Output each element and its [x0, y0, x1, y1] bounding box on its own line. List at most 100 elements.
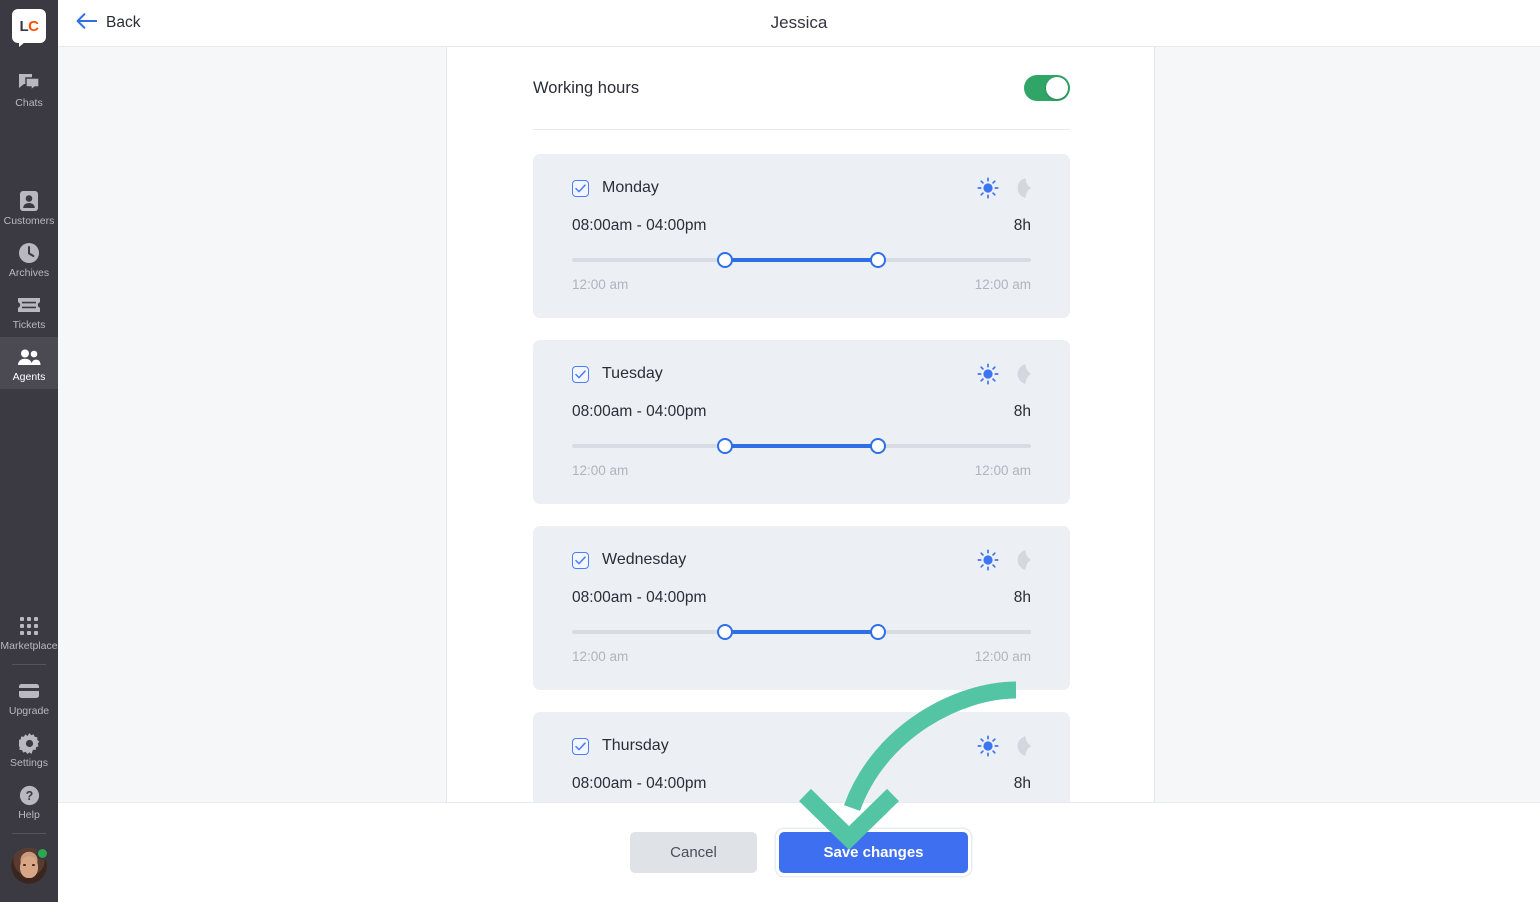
moon-icon[interactable] — [1011, 363, 1031, 385]
slider-edge-labels: 12:00 am 12:00 am — [572, 463, 1031, 478]
body-area: Working hours Monday 08:00am - 04:00pm 8… — [58, 47, 1540, 902]
day-name-label: Tuesday — [602, 365, 663, 382]
toggle-knob — [1046, 77, 1068, 99]
back-arrow-icon — [76, 12, 98, 34]
avatar-eye-left — [23, 864, 26, 866]
day-checkbox[interactable] — [572, 551, 589, 569]
sun-icon[interactable] — [977, 363, 999, 385]
time-row: 08:00am - 04:00pm 8h — [572, 217, 1031, 235]
slider-handle-end[interactable] — [870, 624, 887, 640]
sidebar-item-customers[interactable]: Customers — [0, 181, 58, 233]
day-night-toggle-group — [977, 177, 1031, 199]
moon-icon[interactable] — [1011, 549, 1031, 571]
slider-handle-start[interactable] — [716, 624, 733, 640]
back-label: Back — [106, 14, 141, 31]
day-header-row: Tuesday — [572, 362, 1031, 386]
time-row: 08:00am - 04:00pm 8h — [572, 403, 1031, 421]
save-changes-button[interactable]: Save changes — [779, 832, 968, 873]
checkmark-icon — [575, 555, 586, 564]
help-question-icon: ? — [19, 784, 40, 806]
checkmark-icon — [575, 741, 586, 750]
page-title: Jessica — [770, 13, 828, 32]
range-start-label: 12:00 am — [572, 463, 629, 478]
working-hours-header: Working hours — [533, 47, 1070, 130]
app-root: LC Chats Customers Archives Tickets Agen… — [0, 0, 1540, 902]
avatar-container[interactable] — [0, 840, 58, 896]
moon-icon[interactable] — [1011, 735, 1031, 757]
day-left-group: Monday — [572, 179, 659, 197]
slider-handle-end[interactable] — [870, 252, 887, 268]
duration-label: 8h — [1013, 589, 1031, 606]
sidebar-divider — [12, 664, 46, 665]
time-row: 08:00am - 04:00pm 8h — [572, 775, 1031, 793]
day-card-wednesday: Wednesday 08:00am - 04:00pm 8h 12:00 am … — [533, 526, 1070, 690]
customers-icon — [19, 190, 39, 212]
sun-icon[interactable] — [977, 549, 999, 571]
moon-icon[interactable] — [1011, 177, 1031, 199]
sidebar-item-settings[interactable]: Settings — [0, 723, 58, 775]
back-button[interactable]: Back — [76, 12, 141, 34]
duration-label: 8h — [1013, 403, 1031, 420]
livechat-logo[interactable]: LC — [12, 9, 46, 47]
sidebar-item-agents[interactable]: Agents — [0, 337, 58, 389]
sidebar-item-upgrade[interactable]: Upgrade — [0, 671, 58, 723]
avatar-face — [20, 856, 38, 878]
day-name-label: Thursday — [602, 737, 669, 754]
sidebar-item-archives[interactable]: Archives — [0, 233, 58, 285]
sidebar-item-label: Customers — [3, 215, 55, 227]
footer-action-bar: Cancel Save changes — [58, 802, 1540, 902]
sun-icon[interactable] — [977, 735, 999, 757]
slider-edge-labels: 12:00 am 12:00 am — [572, 649, 1031, 664]
day-night-toggle-group — [977, 363, 1031, 385]
sidebar-item-label: Upgrade — [8, 705, 50, 717]
slider-handle-end[interactable] — [870, 438, 887, 454]
sidebar-divider — [12, 833, 46, 834]
sidebar-nav-top: Chats Customers Archives Tickets Agents — [0, 63, 58, 389]
logo-text-left: L — [19, 17, 29, 35]
checkmark-icon — [575, 369, 586, 378]
day-checkbox[interactable] — [572, 179, 589, 197]
archives-icon — [18, 242, 40, 264]
slider-edge-labels: 12:00 am 12:00 am — [572, 277, 1031, 292]
agents-icon — [17, 346, 41, 368]
range-start-label: 12:00 am — [572, 649, 629, 664]
sidebar-nav-bottom: Marketplace Upgrade Settings ? Help — [0, 606, 58, 902]
range-end-label: 12:00 am — [974, 649, 1031, 664]
time-range-label: 08:00am - 04:00pm — [572, 403, 707, 420]
day-checkbox[interactable] — [572, 365, 589, 383]
sidebar-item-label: Tickets — [12, 319, 46, 331]
sidebar-item-label: Settings — [10, 757, 48, 769]
day-list: Monday 08:00am - 04:00pm 8h 12:00 am 12:… — [533, 130, 1070, 802]
day-card-thursday: Thursday 08:00am - 04:00pm 8h — [533, 712, 1070, 802]
slider-handle-start[interactable] — [716, 252, 733, 268]
chats-icon — [18, 72, 40, 94]
day-card-tuesday: Tuesday 08:00am - 04:00pm 8h 12:00 am 12… — [533, 340, 1070, 504]
sidebar-item-help[interactable]: ? Help — [0, 775, 58, 827]
sun-icon[interactable] — [977, 177, 999, 199]
working-hours-toggle[interactable] — [1024, 75, 1070, 101]
sidebar-item-label: Chats — [15, 97, 43, 109]
day-checkbox[interactable] — [572, 737, 589, 755]
range-end-label: 12:00 am — [974, 463, 1031, 478]
cancel-button[interactable]: Cancel — [630, 832, 757, 873]
sidebar-item-label: Agents — [12, 371, 46, 383]
tickets-icon — [17, 294, 41, 316]
working-hours-range-slider[interactable] — [572, 435, 1031, 457]
svg-text:?: ? — [25, 789, 33, 803]
time-range-label: 08:00am - 04:00pm — [572, 217, 707, 234]
marketplace-icon — [19, 615, 39, 637]
sidebar-item-chats[interactable]: Chats — [0, 63, 58, 115]
slider-handle-start[interactable] — [716, 438, 733, 454]
day-night-toggle-group — [977, 549, 1031, 571]
sidebar-item-tickets[interactable]: Tickets — [0, 285, 58, 337]
slider-track-fill — [724, 444, 879, 448]
sidebar-item-label: Marketplace — [0, 640, 58, 652]
upgrade-icon — [18, 680, 40, 702]
duration-label: 8h — [1013, 775, 1031, 792]
sidebar-item-label: Archives — [8, 267, 50, 279]
working-hours-range-slider[interactable] — [572, 621, 1031, 643]
sidebar-item-label: Help — [18, 809, 40, 821]
sidebar-item-marketplace[interactable]: Marketplace — [0, 606, 58, 658]
status-badge — [36, 847, 49, 860]
working-hours-range-slider[interactable] — [572, 249, 1031, 271]
